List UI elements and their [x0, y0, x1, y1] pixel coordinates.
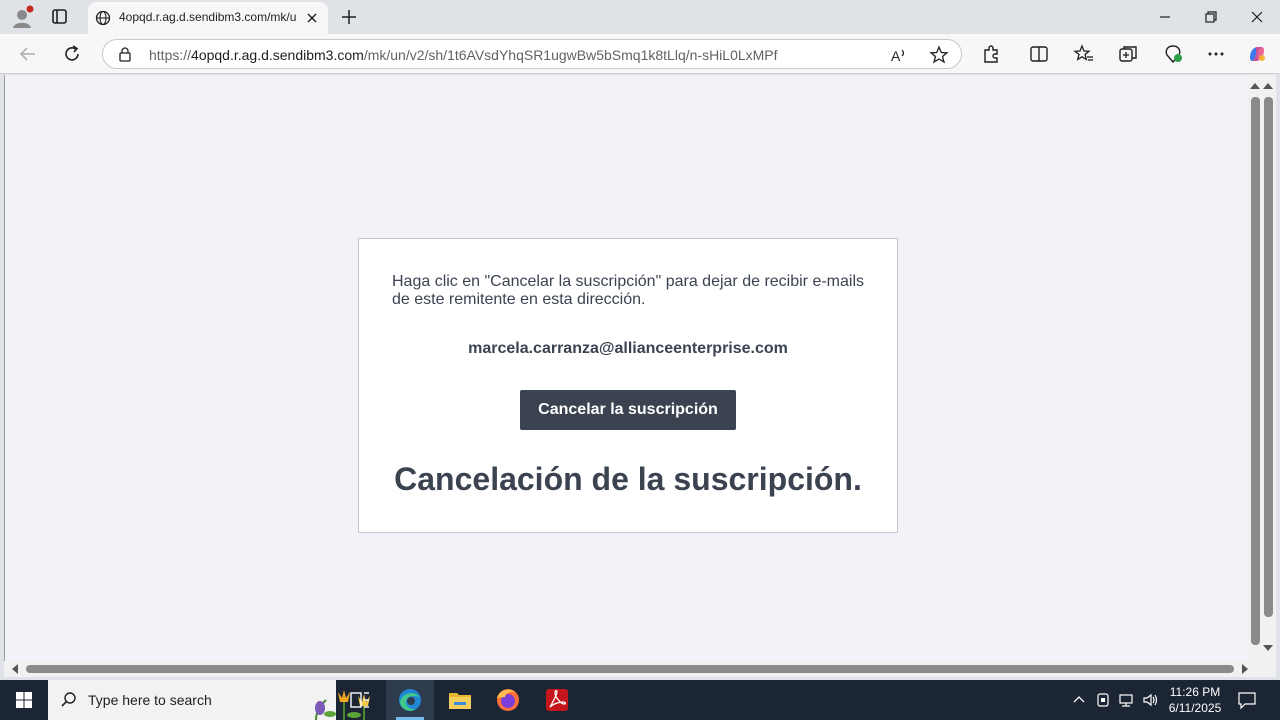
- scroll-up-arrow-icon-2[interactable]: [1263, 83, 1273, 89]
- browser-toolbar: https://4opqd.r.ag.d.sendibm3.com/mk/un/…: [0, 34, 1280, 74]
- vertical-scroll-thumb[interactable]: [1251, 97, 1260, 645]
- unsubscribe-heading: Cancelación de la suscripción.: [394, 461, 862, 497]
- favorite-star-icon[interactable]: [929, 45, 949, 65]
- file-explorer-icon: [449, 693, 471, 709]
- search-placeholder: Type here to search: [88, 692, 212, 708]
- taskbar-acrobat-button[interactable]: [533, 680, 581, 720]
- url-prefix: https://: [149, 47, 192, 63]
- extensions-icon[interactable]: [980, 43, 1002, 65]
- clock-date: 6/11/2025: [1168, 701, 1222, 715]
- tab-title: 4opqd.r.ag.d.sendibm3.com/mk/u: [119, 10, 297, 24]
- vertical-scrollbar[interactable]: [1248, 75, 1276, 661]
- taskbar-firefox-button[interactable]: [484, 680, 532, 720]
- copilot-icon[interactable]: [1246, 43, 1268, 65]
- scroll-down-arrow-icon[interactable]: [1263, 645, 1273, 651]
- lock-icon[interactable]: [117, 46, 133, 62]
- device-icon[interactable]: [1094, 691, 1112, 709]
- acrobat-icon: [546, 689, 568, 711]
- taskbar-search[interactable]: Type here to search: [48, 680, 370, 720]
- svg-text:A: A: [891, 48, 901, 64]
- globe-icon: [95, 10, 111, 26]
- back-icon[interactable]: [17, 43, 39, 65]
- email-address: marcela.carranza@allianceenterprise.com: [468, 340, 788, 357]
- tab-strip: 4opqd.r.ag.d.sendibm3.com/mk/u: [0, 0, 1280, 34]
- url-host: 4opqd.r.ag.d.sendibm3.com: [191, 47, 364, 63]
- refresh-icon[interactable]: [61, 43, 83, 65]
- search-icon: [60, 691, 78, 709]
- browser-essentials-icon[interactable]: [1162, 43, 1184, 65]
- scroll-up-arrow-icon[interactable]: [1250, 83, 1260, 89]
- taskbar-explorer-button[interactable]: [436, 680, 484, 720]
- profile-icon[interactable]: [10, 5, 36, 31]
- taskbar-clock[interactable]: 11:26 PM 6/11/2025: [1160, 684, 1230, 716]
- tab-close-icon[interactable]: [305, 11, 319, 25]
- start-button[interactable]: [0, 680, 48, 720]
- more-menu-icon[interactable]: [1205, 43, 1227, 65]
- horizontal-scroll-thumb[interactable]: [26, 665, 1234, 673]
- url-text[interactable]: https://4opqd.r.ag.d.sendibm3.com/mk/un/…: [149, 47, 778, 63]
- url-path: /mk/un/v2/sh/1t6AVsdYhqSR1ugwBw5bSmq1k8t…: [363, 47, 778, 63]
- scroll-left-arrow-icon[interactable]: [12, 664, 18, 674]
- page-viewport: Haga clic en "Cancelar la suscripción" p…: [4, 75, 1267, 720]
- scroll-right-arrow-icon[interactable]: [1242, 664, 1248, 674]
- edge-icon: [399, 689, 421, 711]
- windows-logo-icon: [16, 692, 32, 708]
- favorites-icon[interactable]: [1073, 43, 1095, 65]
- vertical-scroll-thumb-2[interactable]: [1264, 97, 1273, 617]
- unsubscribe-message: Haga clic en "Cancelar la suscripción" p…: [392, 273, 865, 308]
- volume-icon[interactable]: [1141, 691, 1159, 709]
- clock-time: 11:26 PM: [1169, 685, 1221, 699]
- collections-icon[interactable]: [1117, 43, 1139, 65]
- new-tab-icon[interactable]: [340, 8, 358, 26]
- minimize-icon[interactable]: [1156, 8, 1174, 26]
- close-window-icon[interactable]: [1248, 8, 1266, 26]
- show-hidden-icons-icon[interactable]: [1070, 691, 1088, 709]
- task-view-button[interactable]: [336, 680, 384, 720]
- taskbar-edge-button[interactable]: [386, 680, 434, 720]
- windows-taskbar: Type here to search 11:26 PM 6/11/2025: [0, 680, 1280, 720]
- read-aloud-icon[interactable]: A: [889, 45, 909, 65]
- active-tab[interactable]: 4opqd.r.ag.d.sendibm3.com/mk/u: [88, 2, 328, 34]
- split-screen-icon[interactable]: [1028, 43, 1050, 65]
- tab-actions-icon[interactable]: [48, 6, 72, 28]
- restore-icon[interactable]: [1202, 8, 1220, 26]
- task-view-icon: [350, 692, 369, 708]
- firefox-icon: [497, 689, 519, 711]
- network-icon[interactable]: [1117, 691, 1135, 709]
- notification-icon[interactable]: [1236, 690, 1258, 710]
- unsubscribe-button[interactable]: Cancelar la suscripción: [520, 390, 736, 430]
- unsubscribe-card: Haga clic en "Cancelar la suscripción" p…: [358, 238, 898, 533]
- address-bar[interactable]: https://4opqd.r.ag.d.sendibm3.com/mk/un/…: [102, 39, 962, 69]
- horizontal-scrollbar[interactable]: [4, 661, 1276, 677]
